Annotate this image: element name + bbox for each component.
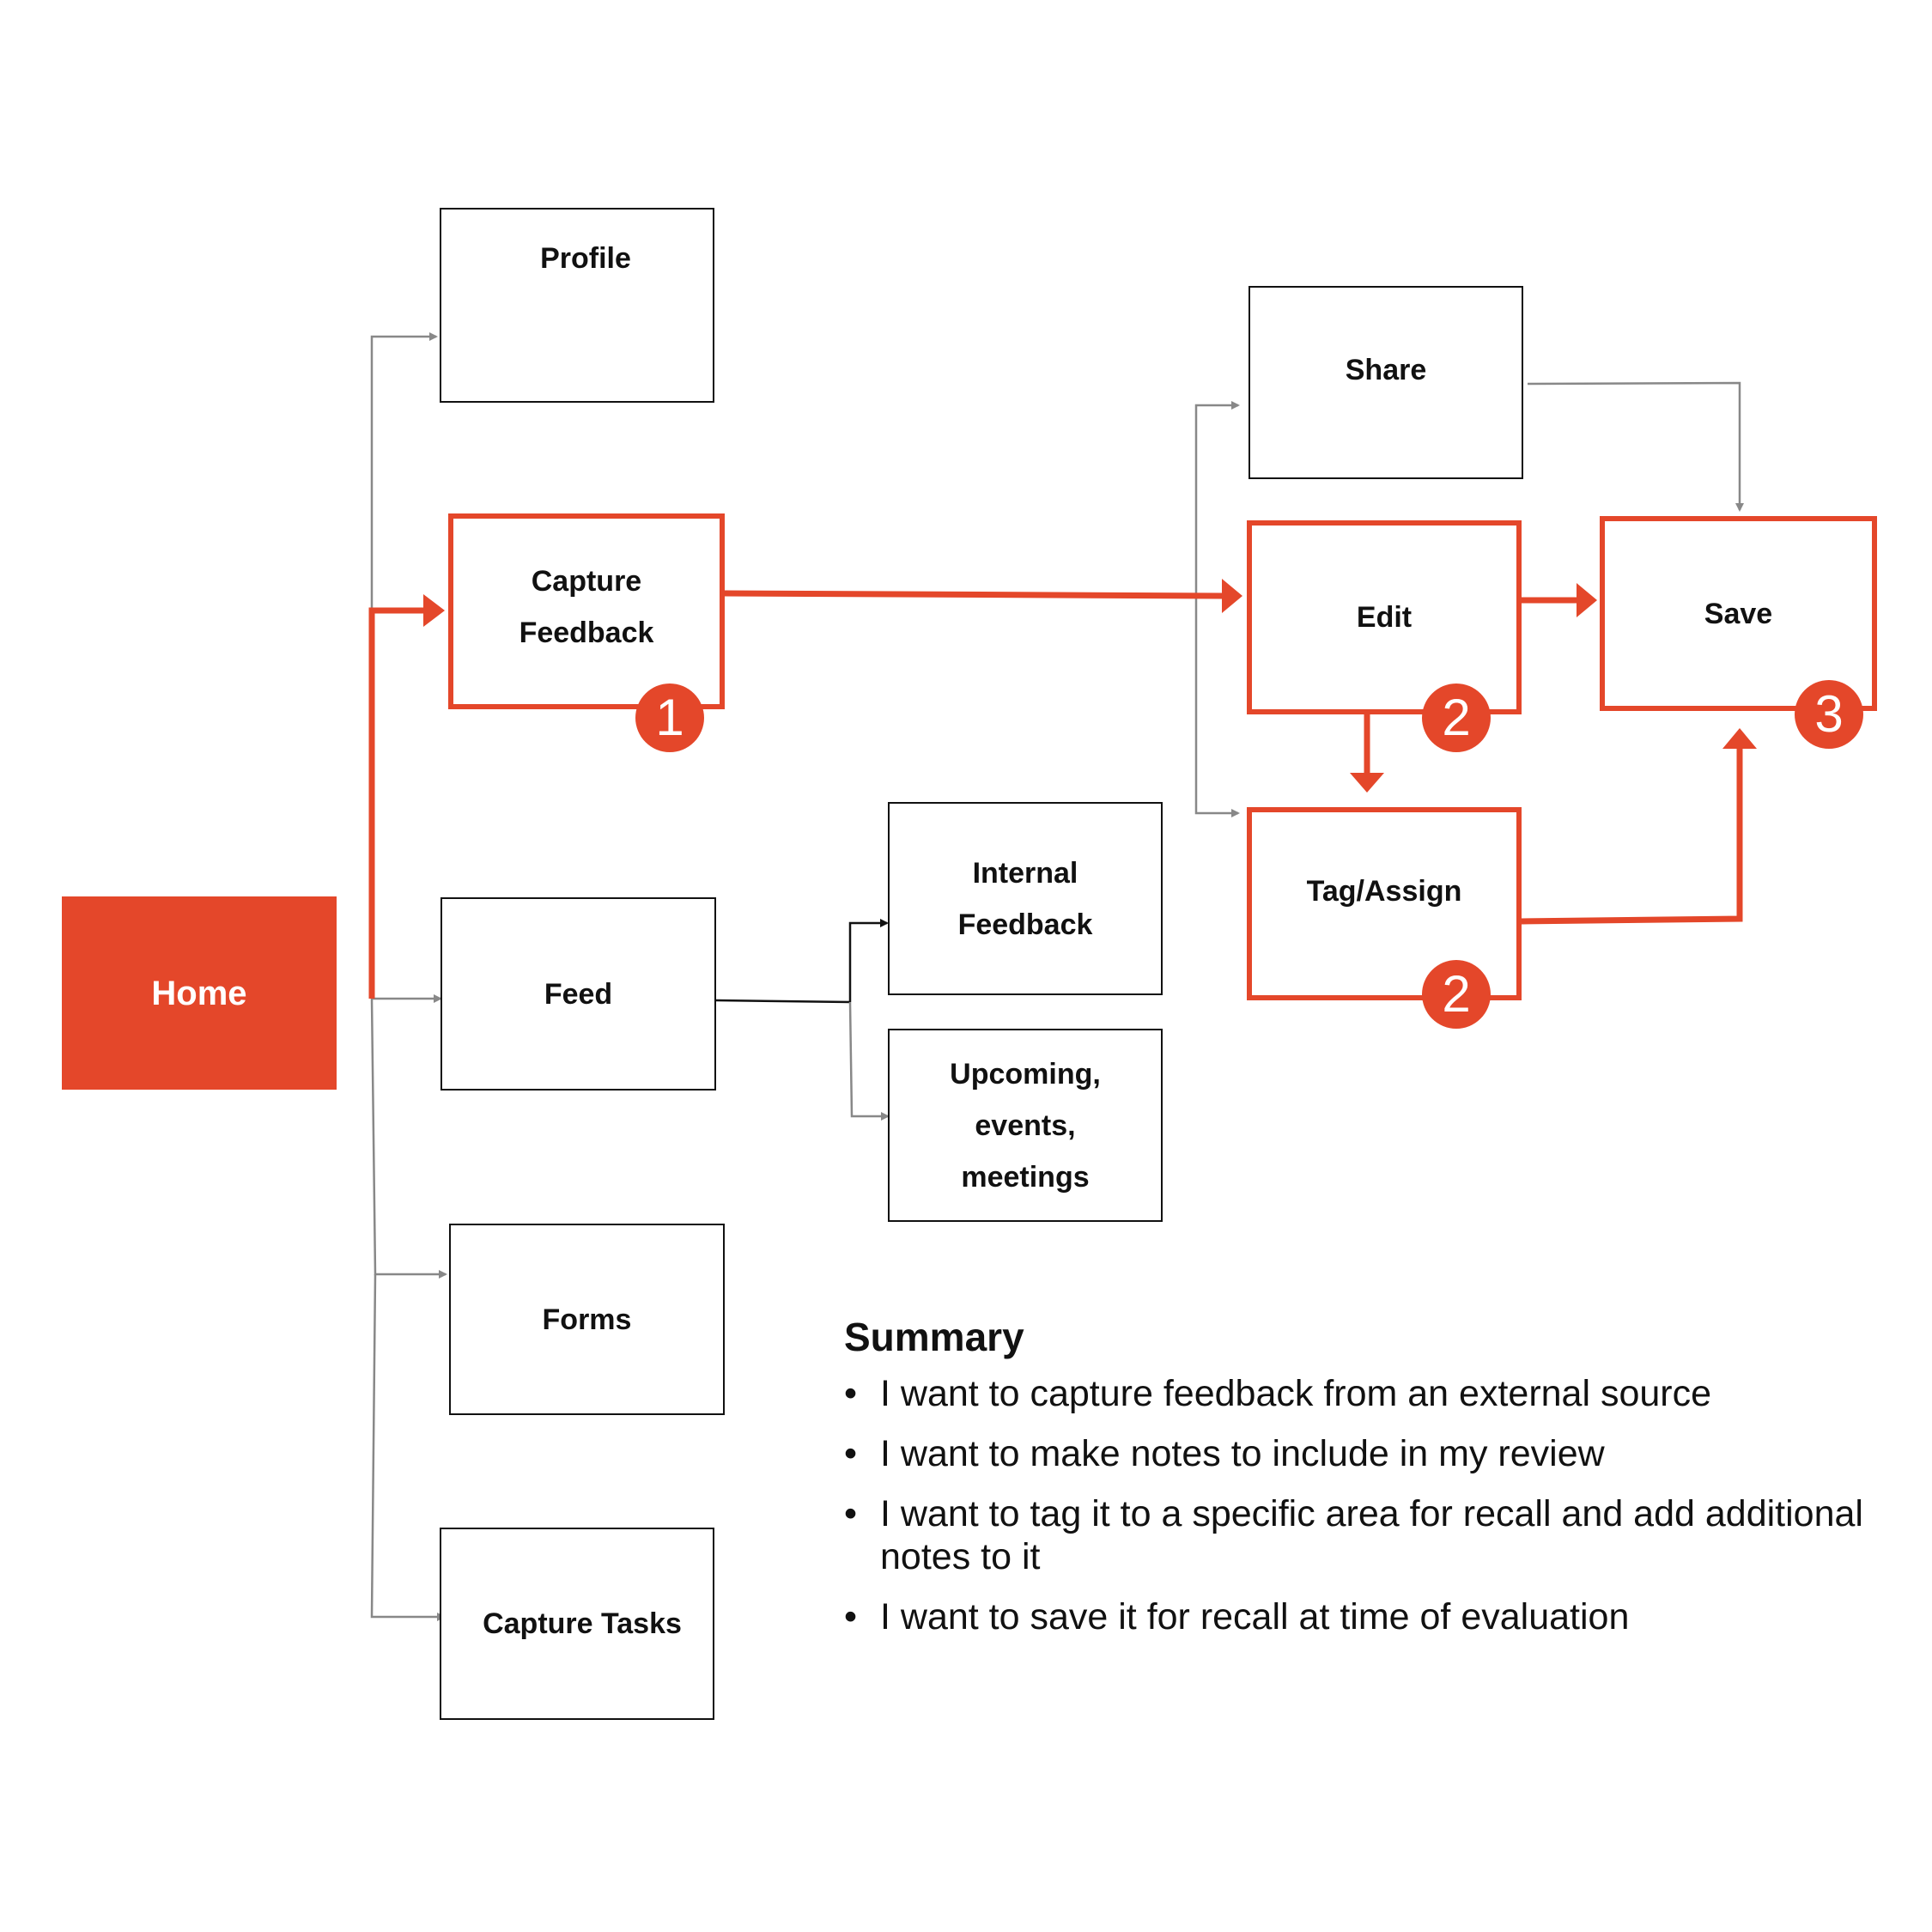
node-forms-label: Forms xyxy=(542,1303,632,1336)
step-badge-3: 3 xyxy=(1795,680,1863,749)
connector-feed-split xyxy=(715,999,851,1004)
summary-item: • I want to make notes to include in my r… xyxy=(844,1432,1909,1475)
node-home-label: Home xyxy=(151,974,247,1012)
arrowhead-save-bottom xyxy=(1722,728,1757,749)
summary-title: Summary xyxy=(844,1315,1024,1359)
node-home[interactable]: Home xyxy=(62,896,337,1090)
summary-item-text: I want to capture feedback from an exter… xyxy=(880,1373,1712,1414)
node-upcoming-label: Upcoming, events, meetings xyxy=(950,1057,1101,1194)
step-badge-1: 1 xyxy=(635,683,704,752)
connector-to-share xyxy=(1194,401,1240,596)
bullet-icon: • xyxy=(844,1493,858,1534)
highlight-tag-assign-save xyxy=(1521,747,1743,925)
node-share[interactable]: Share xyxy=(1249,286,1523,479)
node-profile-label: Profile xyxy=(540,241,631,275)
summary-item-text: I want to make notes to include in my re… xyxy=(880,1433,1605,1474)
node-forms[interactable]: Forms xyxy=(449,1224,725,1415)
arrowhead-save xyxy=(1577,583,1597,617)
node-save-label: Save xyxy=(1704,597,1773,630)
arrowhead-edit xyxy=(1222,579,1242,613)
connector-home-capture-tasks xyxy=(370,1273,446,1621)
node-edit-label: Edit xyxy=(1356,601,1413,634)
bullet-icon: • xyxy=(844,1596,858,1637)
home-branch-connectors xyxy=(370,332,447,1621)
highlight-home-capture-feedback xyxy=(368,607,425,999)
node-edit[interactable]: Edit xyxy=(1247,520,1522,714)
connector-to-tag-assign xyxy=(1194,596,1240,817)
connector-home-profile xyxy=(370,332,438,999)
node-upcoming-events-meetings[interactable]: Upcoming, events, meetings xyxy=(888,1029,1163,1222)
node-capture-tasks-label: Capture Tasks xyxy=(483,1607,682,1640)
bullet-icon: • xyxy=(844,1373,858,1414)
node-capture-feedback[interactable]: Capture Feedback xyxy=(448,513,725,709)
connector-feed-internal-feedback xyxy=(848,919,889,1002)
summary-panel: Summary • I want to capture feedback from… xyxy=(844,1314,1909,1656)
summary-item: • I want to tag it to a specific area for… xyxy=(844,1492,1909,1578)
bullet-icon: • xyxy=(844,1433,858,1474)
node-feed-label: Feed xyxy=(544,977,613,1011)
node-internal-feedback-label: Internal Feedback xyxy=(957,856,1093,941)
node-profile[interactable]: Profile xyxy=(440,208,714,403)
summary-item: • I want to save it for recall at time of… xyxy=(844,1595,1909,1638)
arrowhead-tag-assign xyxy=(1350,773,1384,793)
connector-feed-upcoming xyxy=(848,1001,890,1121)
connector-home-forms xyxy=(370,998,447,1279)
node-tag-assign-label: Tag/Assign xyxy=(1306,874,1462,908)
connector-share-save xyxy=(1527,381,1744,512)
summary-list: • I want to capture feedback from an exte… xyxy=(844,1372,1909,1638)
summary-item: • I want to capture feedback from an exte… xyxy=(844,1372,1909,1415)
node-share-label: Share xyxy=(1345,353,1427,386)
step-badge-2-edit: 2 xyxy=(1422,683,1491,752)
highlight-capture-feedback-edit xyxy=(724,590,1224,599)
node-capture-tasks[interactable]: Capture Tasks xyxy=(440,1528,714,1720)
summary-item-text: I want to tag it to a specific area for … xyxy=(880,1493,1863,1577)
node-internal-feedback[interactable]: Internal Feedback xyxy=(888,802,1163,995)
summary-item-text: I want to save it for recall at time of … xyxy=(880,1596,1630,1637)
node-capture-feedback-label: Capture Feedback xyxy=(519,565,654,649)
node-feed[interactable]: Feed xyxy=(440,897,716,1091)
arrowhead-capture-feedback xyxy=(423,594,445,627)
step-badge-2-tag-assign: 2 xyxy=(1422,960,1491,1029)
